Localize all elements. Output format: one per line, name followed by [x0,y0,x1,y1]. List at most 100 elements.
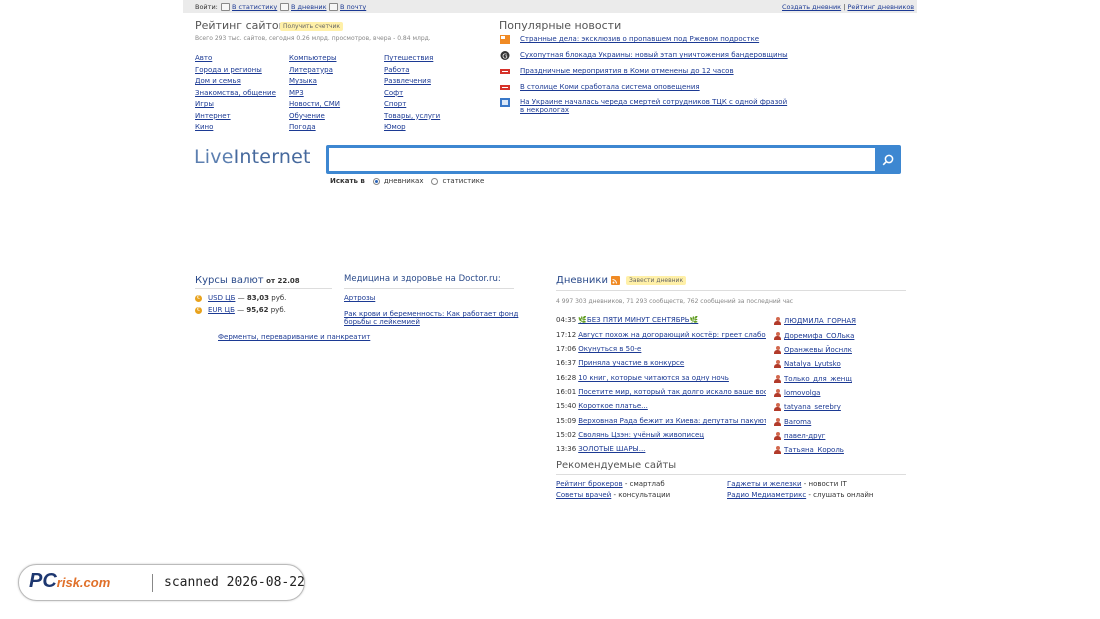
category-link[interactable]: Дом и семья [195,76,276,88]
author-link[interactable]: Только_для_женщ [784,375,852,383]
entry-time: 17:06 [556,345,577,353]
author-link[interactable]: Доремифа_СОЛька [784,332,854,340]
category-link[interactable]: Обучение [289,111,340,123]
user-icon [774,403,781,411]
diary-author[interactable]: Только_для_женщ [774,375,852,383]
author-link[interactable]: Natalya_Lyutsko [784,360,841,368]
author-link[interactable]: Оранжевы Йоснлк [784,346,852,354]
diary-author[interactable]: павел-друг [774,432,825,440]
entry-time: 16:37 [556,359,577,367]
category-link[interactable]: Юмор [384,122,440,134]
create-diary-link[interactable]: Создать дневник [782,3,841,11]
recommended-link[interactable]: Рейтинг брокеров [556,480,623,488]
search-input[interactable] [329,148,875,171]
to-mail-link[interactable]: В почту [329,3,366,11]
search-button[interactable] [878,148,898,171]
news-link[interactable]: Странные дела: эксклюзив о пропавшем под… [520,35,790,43]
start-diary-button[interactable]: Завести дневник [625,276,687,285]
category-link[interactable]: Работа [384,65,440,77]
author-link[interactable]: Татьяна_Король [784,446,844,454]
diary-author[interactable]: ЛЮДМИЛА_ГОРНАЯ [774,317,856,325]
entry-link[interactable]: Короткое платье... [578,402,648,410]
author-link[interactable]: tatyana_serebry [784,403,841,411]
diary-author[interactable]: Татьяна_Король [774,446,844,454]
currency-code[interactable]: USD ЦБ [208,294,235,302]
logo-part-live: Live [194,146,234,168]
rss-icon[interactable] [610,276,620,285]
user-icon [774,346,781,354]
category-link[interactable]: Интернет [195,111,276,123]
recommended-link[interactable]: Радио Медиаметрикс [727,491,806,499]
recommended-link[interactable]: Гаджеты и железки [727,480,802,488]
pancreatitis-ad-link[interactable]: Ферменты, переваривание и панкреатит [218,333,370,341]
news-link[interactable]: В столице Коми сработала система оповеще… [520,83,790,91]
entry-link[interactable]: Сволянь Цзэн: учёный живописец [578,431,704,439]
entry-link[interactable]: Август похож на догорающий костёр: греет… [578,331,766,339]
diary-rating-link[interactable]: Рейтинг дневников [847,3,914,11]
news-link[interactable]: Праздничные мероприятия в Коми отменены … [520,67,790,75]
mail-icon [329,3,338,11]
recommended-item: Гаджеты и железки - новости IT [727,480,847,488]
radio-stats[interactable] [431,177,439,185]
get-counter-button[interactable]: Получить счетчик [280,22,344,31]
health-link[interactable]: Артрозы [344,294,375,302]
pcrisk-logo-sub: risk.com [56,575,111,590]
author-link[interactable]: Baroma [784,418,811,426]
diary-entry: 16:28 10 книг, которые читаются за одну н… [556,374,766,382]
entry-link[interactable]: Окунуться в 50-е [578,345,641,353]
category-link[interactable]: Компьютеры [289,53,340,65]
author-link[interactable]: lomovolga [784,389,820,397]
category-link[interactable]: Города и регионы [195,65,276,77]
search-box [326,145,901,174]
news-link[interactable]: На Украине началась череда смертей сотру… [520,98,790,114]
recommended-item: Радио Медиаметрикс - слушать онлайн [727,491,874,499]
category-link[interactable]: Софт [384,88,440,100]
to-diary-label[interactable]: В дневник [291,3,327,11]
category-link[interactable]: Товары, услуги [384,111,440,123]
entry-link[interactable]: Посетите мир, который так долго искало в… [578,388,766,396]
radio-diaries-label[interactable]: дневниках [384,177,424,185]
category-link[interactable]: Игры [195,99,276,111]
category-link[interactable]: Знакомства, общение [195,88,276,100]
category-link[interactable]: Спорт [384,99,440,111]
to-diary-link[interactable]: В дневник [280,3,327,11]
category-link[interactable]: Литература [289,65,340,77]
category-link[interactable]: Путешествия [384,53,440,65]
radio-stats-label[interactable]: статистике [442,177,484,185]
diaries-title[interactable]: Дневники [556,275,608,286]
diary-author[interactable]: lomovolga [774,389,820,397]
entry-link[interactable]: Приняла участие в конкурсе [578,359,684,367]
health-link[interactable]: Рак крови и беременность: Как работает ф… [344,310,519,326]
to-mail-label[interactable]: В почту [340,3,366,11]
category-link[interactable]: Развлечения [384,76,440,88]
pcrisk-logo: PCrisk.com [29,570,110,593]
author-link[interactable]: ЛЮДМИЛА_ГОРНАЯ [784,317,856,325]
diary-author[interactable]: Baroma [774,418,811,426]
liveinternet-logo[interactable]: LiveInternet [194,146,311,168]
entry-link[interactable]: ЗОЛОТЫЕ ШАРЫ... [578,445,645,453]
to-stats-label[interactable]: В статистику [232,3,277,11]
diary-author[interactable]: Оранжевы Йоснлк [774,346,852,354]
diary-author[interactable]: Доремифа_СОЛька [774,332,854,340]
category-link[interactable]: Новости, СМИ [289,99,340,111]
recommended-link[interactable]: Советы врачей [556,491,611,499]
category-link[interactable]: Кино [195,122,276,134]
entry-link[interactable]: Верховная Рада бежит из Киева: депутаты … [578,417,766,425]
diary-author[interactable]: tatyana_serebry [774,403,841,411]
category-link[interactable]: Музыка [289,76,340,88]
news-link[interactable]: Сухопутная блокада Украины: новый этап у… [520,51,790,59]
category-link[interactable]: Погода [289,122,340,134]
category-link[interactable]: Авто [195,53,276,65]
to-stats-link[interactable]: В статистику [221,3,277,11]
rating-title[interactable]: Рейтинг сайтов [195,19,285,32]
entry-link[interactable]: 10 книг, которые читаются за одну ночь [578,374,729,382]
currency-code[interactable]: EUR ЦБ [208,306,235,314]
category-link[interactable]: MP3 [289,88,340,100]
author-link[interactable]: павел-друг [784,432,825,440]
radio-diaries[interactable] [372,177,380,185]
doc-icon [500,98,510,107]
entry-link[interactable]: 🌿БЕЗ ПЯТИ МИНУТ СЕНТЯБРЬ🌿 [578,316,698,324]
diary-author[interactable]: Natalya_Lyutsko [774,360,841,368]
user-icon [774,360,781,368]
search-icon [882,154,894,165]
